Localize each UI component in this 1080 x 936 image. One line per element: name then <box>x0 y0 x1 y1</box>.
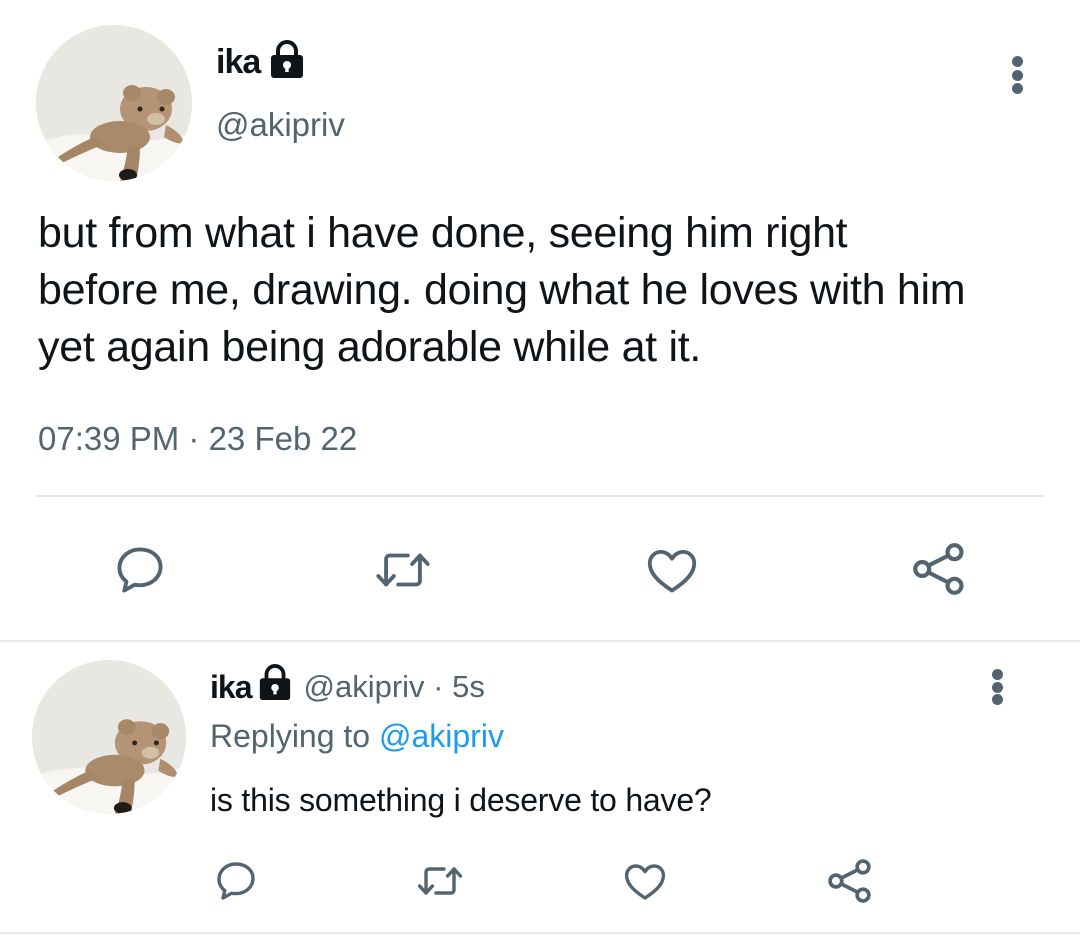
reply-icon <box>117 547 163 593</box>
reply-button[interactable] <box>108 538 172 602</box>
lock-icon <box>268 39 306 85</box>
dot <box>991 694 1003 705</box>
like-button[interactable] <box>640 538 704 602</box>
reply-retweet-button[interactable] <box>410 855 470 907</box>
share-icon <box>828 859 871 903</box>
dot <box>1011 83 1023 94</box>
author-name-row: ika <box>216 39 306 85</box>
author-handle[interactable]: @akipriv <box>216 106 345 144</box>
dot <box>1011 69 1023 81</box>
teddy-bear-avatar-image <box>36 25 192 181</box>
tweet-text-line: before me, drawing. doing what he loves … <box>38 266 966 314</box>
reply-avatar[interactable] <box>32 660 186 814</box>
lock-icon <box>257 664 293 710</box>
teddy-bear-avatar-image <box>32 660 186 814</box>
reply-reply-button[interactable] <box>210 855 262 907</box>
reply-like-button[interactable] <box>618 855 672 907</box>
retweet-icon <box>376 553 430 587</box>
heart-icon <box>624 864 666 900</box>
bottom-divider <box>0 932 1080 934</box>
reply-text: is this something i deserve to have? <box>210 782 712 818</box>
avatar[interactable] <box>36 25 192 181</box>
retweet-button[interactable] <box>368 538 438 602</box>
reply-icon <box>217 862 255 900</box>
reply-more-options-button[interactable] <box>991 669 1003 705</box>
divider <box>36 495 1044 497</box>
replying-to: Replying to @akipriv <box>210 718 504 755</box>
replying-to-handle[interactable]: @akipriv <box>379 718 504 754</box>
more-options-button[interactable] <box>1011 56 1023 94</box>
tweet-timestamp[interactable]: 07:39 PM · 23 Feb 22 <box>38 420 357 458</box>
heart-icon <box>647 549 697 593</box>
more-vertical-icon <box>991 669 1003 680</box>
share-icon <box>913 543 964 595</box>
retweet-icon <box>417 867 463 895</box>
section-divider <box>0 640 1080 642</box>
display-name[interactable]: ika <box>216 43 261 82</box>
tweet-text-line: but from what i have done, seeing him ri… <box>38 209 848 257</box>
reply-display-name[interactable]: ika <box>210 669 252 706</box>
share-button[interactable] <box>906 536 972 602</box>
replying-to-label: Replying to <box>210 718 379 754</box>
dot <box>991 681 1003 693</box>
reply-handle-and-time[interactable]: @akipriv · 5s <box>303 669 484 705</box>
reply-share-button[interactable] <box>822 853 878 909</box>
more-vertical-icon <box>1011 56 1023 67</box>
tweet-text: but from what i have done, seeing him ri… <box>38 205 966 376</box>
tweet-text-line: yet again being adorable while at it. <box>38 323 702 371</box>
reply-header-row: ika @akipriv · 5s <box>210 664 485 710</box>
